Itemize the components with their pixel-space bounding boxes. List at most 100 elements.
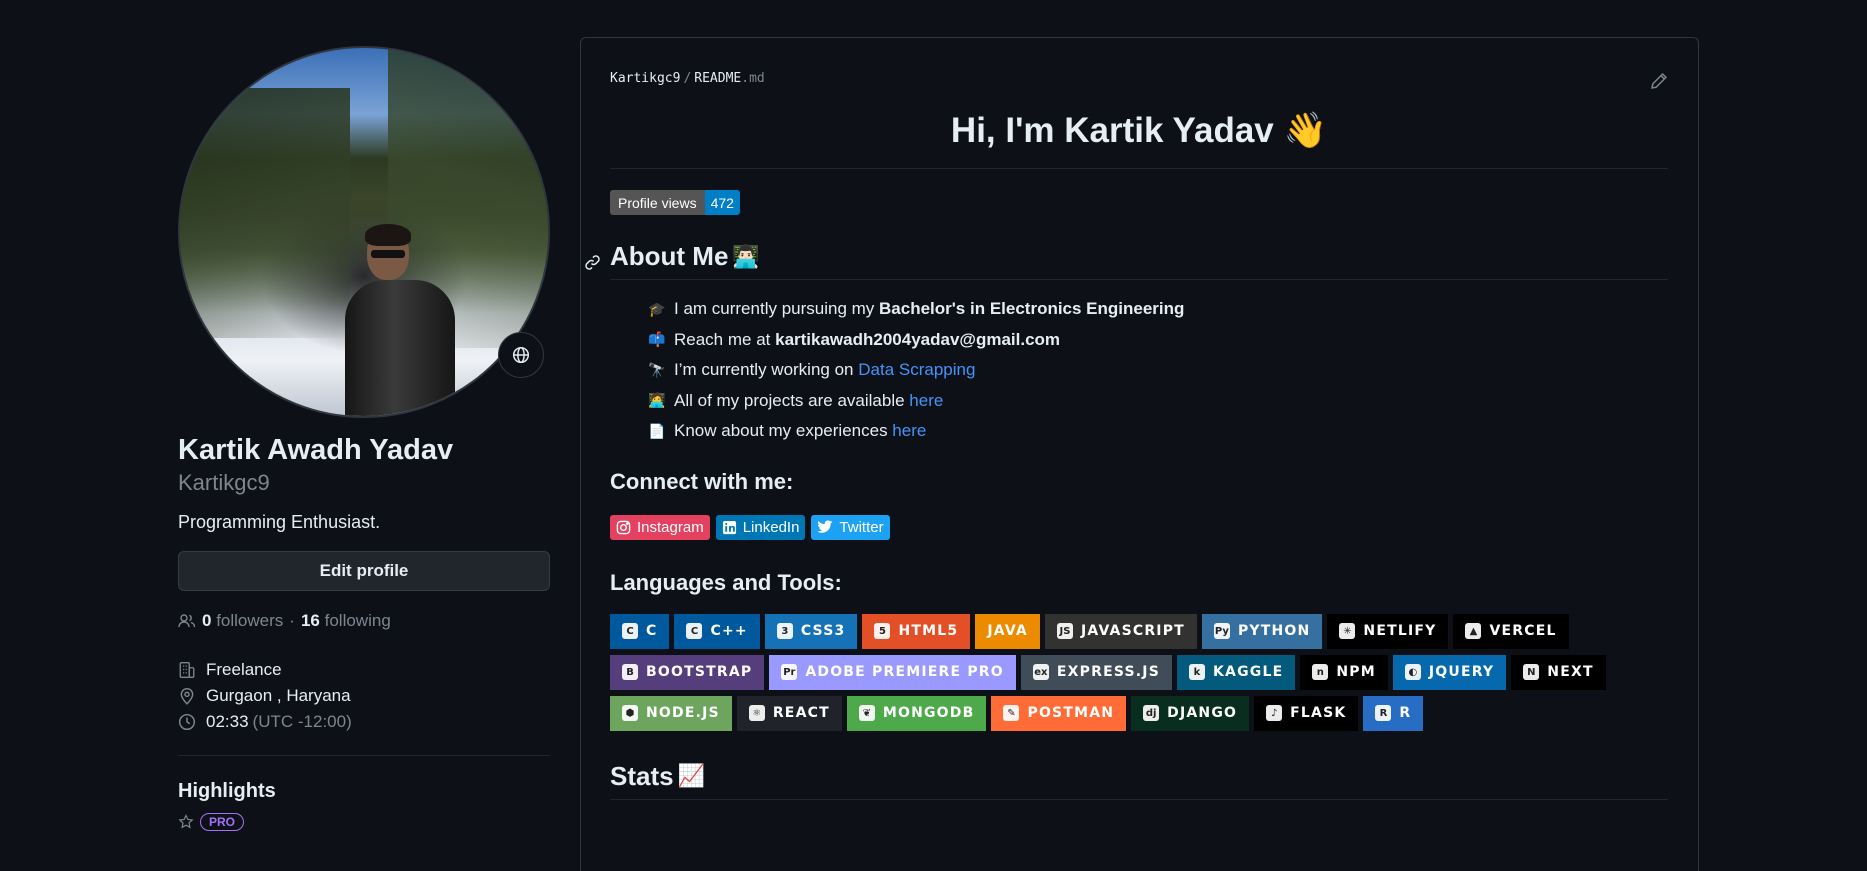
tool-badge-react[interactable]: ⚛ REACT — [736, 695, 842, 731]
tool-badge-netlify[interactable]: ✳ NETLIFY — [1327, 613, 1449, 649]
linkedin-label: LinkedIn — [742, 518, 800, 536]
premiere-icon: Pr — [781, 664, 798, 680]
tool-badge-next[interactable]: N NEXT — [1511, 654, 1606, 690]
css3-icon: 3 — [776, 623, 793, 639]
tool-badge-mongodb[interactable]: ❦ MONGODB — [846, 695, 987, 731]
tool-badge-label: DJANGO — [1167, 705, 1238, 721]
twitter-badge[interactable]: Twitter — [811, 514, 890, 540]
tool-badge-jquery[interactable]: ◐ JQUERY — [1392, 654, 1507, 690]
javascript-icon: JS — [1056, 623, 1073, 639]
avatar[interactable] — [178, 46, 550, 418]
follow-stats: 0 followers · 16 following — [178, 611, 550, 631]
tool-badge-javascript[interactable]: JS JAVASCRIPT — [1044, 613, 1197, 649]
django-icon: dj — [1143, 705, 1160, 721]
tool-badge-label: JAVASCRIPT — [1080, 623, 1185, 639]
tool-badge-postman[interactable]: ✎ POSTMAN — [991, 695, 1127, 731]
sidebar-divider — [178, 755, 550, 756]
tool-badge-java[interactable]: JAVA — [975, 613, 1040, 649]
list-item: 🎓 I am currently pursuing my Bachelor's … — [648, 294, 1668, 325]
tool-badge-label: BOOTSTRAP — [646, 664, 753, 680]
followers-label: followers — [216, 611, 284, 630]
about-title: About Me — [610, 241, 729, 271]
following-link[interactable]: 16 following — [301, 611, 391, 631]
people-icon — [178, 614, 196, 628]
email-address: kartikawadh2004yadav@gmail.com — [775, 329, 1061, 349]
tool-badge-kaggle[interactable]: k KAGGLE — [1177, 654, 1296, 690]
connect-heading: Connect with me: — [610, 468, 794, 494]
instagram-label: Instagram — [637, 518, 704, 536]
tool-badge-label: MONGODB — [882, 705, 975, 721]
linkedin-badge[interactable]: LinkedIn — [715, 514, 806, 540]
tool-badge-node-js[interactable]: ⬢ NODE.JS — [610, 695, 732, 731]
profile-sidebar: Kartik Awadh Yadav Kartikgc9 Programming… — [178, 46, 550, 831]
globe-icon — [512, 346, 530, 364]
kaggle-icon: k — [1189, 664, 1205, 680]
profile-details: Freelance Gurgaon , Haryana 02:33 (UTC -… — [178, 657, 550, 735]
express-icon: ex — [1032, 664, 1049, 680]
tool-badge-label: JQUERY — [1428, 664, 1495, 680]
data-scrapping-link[interactable]: Data Scrapping — [858, 360, 975, 379]
jquery-icon: ◐ — [1404, 664, 1421, 680]
telescope-icon: 🔭 — [648, 361, 666, 378]
projects-link[interactable]: here — [909, 391, 943, 410]
readme-card: Kartikgc9/README.md Hi, I'm Kartik Yadav… — [580, 37, 1699, 871]
tool-badge-django[interactable]: dj DJANGO — [1131, 695, 1250, 731]
tool-badge-label: NEXT — [1547, 664, 1594, 680]
edit-readme-button[interactable] — [1650, 72, 1668, 95]
tool-badge-c[interactable]: C C++ — [674, 613, 760, 649]
list-item-bold: Bachelor's in Electronics Engineering — [879, 299, 1185, 319]
tool-badge-bootstrap[interactable]: B BOOTSTRAP — [610, 654, 765, 690]
tool-badge-label: C++ — [710, 623, 748, 639]
breadcrumb-separator: / — [683, 71, 692, 86]
company-text: Freelance — [206, 660, 282, 679]
tool-badge-adobe-premiere-pro[interactable]: Pr ADOBE PREMIERE PRO — [769, 654, 1016, 690]
tool-badge-vercel[interactable]: ▲ VERCEL — [1453, 613, 1569, 649]
tool-badge-html5[interactable]: 5 HTML5 — [862, 613, 971, 649]
link-icon — [585, 255, 600, 270]
list-item-text: Reach me at — [674, 329, 776, 349]
twitter-label: Twitter — [839, 518, 884, 536]
set-status-button[interactable] — [498, 332, 544, 378]
experiences-link[interactable]: here — [892, 421, 926, 440]
tool-badge-python[interactable]: Py PYTHON — [1201, 613, 1323, 649]
pro-badge[interactable]: PRO — [200, 813, 245, 831]
tool-badge-r[interactable]: RR — [1363, 695, 1424, 731]
tool-badge-express-js[interactable]: ex EXPRESS.JS — [1020, 654, 1172, 690]
followers-count: 0 — [202, 611, 212, 630]
technologist-emoji-icon: 👨🏻‍💻 — [732, 243, 760, 269]
edit-profile-button[interactable]: Edit profile — [178, 551, 550, 591]
instagram-badge[interactable]: Instagram — [610, 514, 710, 540]
breadcrumb-file: README — [694, 71, 742, 86]
list-item: 🔭 I’m currently working on Data Scrappin… — [648, 355, 1668, 386]
followers-link[interactable]: 0 followers — [202, 611, 283, 631]
breadcrumb-file-link[interactable]: README.md — [694, 71, 764, 86]
stats-title: Stats — [610, 760, 674, 791]
tool-badge-npm[interactable]: n NPM — [1300, 654, 1388, 690]
html5-icon: 5 — [874, 623, 891, 639]
timezone: (UTC -12:00) — [252, 712, 352, 731]
tool-badge-c[interactable]: CC — [610, 613, 670, 649]
postman-icon: ✎ — [1003, 705, 1020, 721]
r-icon: R — [1375, 705, 1392, 721]
about-heading: About Me 👨🏻‍💻 — [585, 241, 1668, 280]
tool-badge-flask[interactable]: ♪ FLASK — [1254, 695, 1359, 731]
tool-badge-label: POSTMAN — [1027, 705, 1115, 721]
tool-badge-css3[interactable]: 3 CSS3 — [764, 613, 858, 649]
profile-full-name: Kartik Awadh Yadav — [178, 434, 454, 466]
breadcrumb-user-link[interactable]: Kartikgc9 — [610, 71, 680, 86]
highlights-title: Highlights — [178, 780, 276, 802]
about-anchor-link[interactable] — [584, 247, 601, 278]
list-item: 🧑‍💻 All of my projects are available her… — [648, 386, 1668, 417]
cpp-icon: C — [686, 623, 703, 639]
location-item: Gurgaon , Haryana — [178, 683, 550, 709]
readme-body: Hi, I'm Kartik Yadav 👋 Profile views 472… — [585, 108, 1668, 800]
list-item: 📄 Know about my experiences here — [648, 416, 1668, 447]
tool-badge-label: ADOBE PREMIERE PRO — [805, 664, 1004, 680]
profile-views-badge: Profile views 472 — [610, 190, 740, 215]
tool-badge-label: NPM — [1336, 664, 1376, 680]
organization-icon — [179, 662, 195, 678]
tool-badge-label: R — [1399, 705, 1412, 721]
star-icon — [178, 814, 194, 829]
profile-views-count: 472 — [704, 190, 740, 215]
pencil-icon — [1651, 72, 1668, 89]
